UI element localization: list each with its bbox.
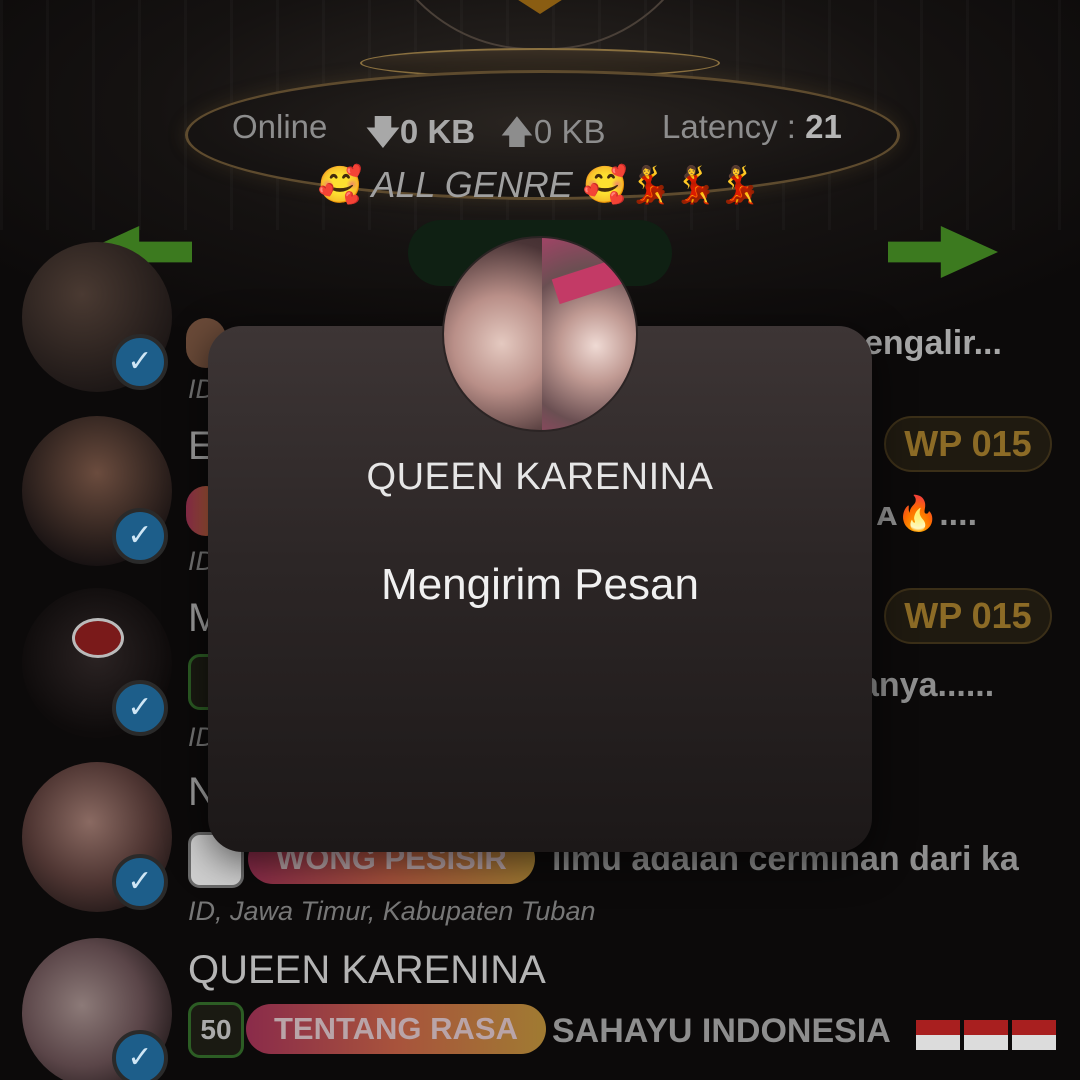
last-message: ƚ ᴀ🔥.... [858, 495, 978, 533]
verified-icon: ✓ [112, 508, 168, 564]
download-speed: 🡇0 KB [366, 113, 476, 150]
dialog-user-name: QUEEN KARENINA [366, 456, 714, 498]
wp-badge: WP 015 [884, 416, 1052, 472]
flag-icon [1012, 1020, 1056, 1051]
genre-emoji-left: 🥰 [317, 164, 363, 205]
last-message: SAHAYU INDONESIA [552, 1012, 891, 1050]
latency-value: 21 [805, 108, 842, 145]
genre-emoji-right: 🥰💃💃💃 [582, 164, 763, 205]
dialog-status-message: Mengirim Pesan [381, 560, 699, 609]
dialog-avatar [442, 236, 638, 432]
room-genre[interactable]: 🥰 ALL GENRE 🥰💃💃💃 [0, 164, 1080, 210]
genre-label: ALL GENRE [371, 164, 573, 205]
verified-icon: ✓ [112, 334, 168, 390]
level-badge: 50 [188, 1002, 244, 1058]
flag-icon [964, 1020, 1008, 1051]
user-tag: TENTANG RASA [246, 1004, 546, 1054]
user-location: ID, Jawa Timur, Kabupaten Tuban [188, 896, 596, 926]
latency: Latency : 21 [662, 108, 842, 146]
last-message: anya...... [860, 666, 995, 704]
last-message: engalir... [864, 324, 1002, 362]
online-status: Online [232, 108, 328, 145]
connection-status: Online 🡇0 KB 🡅0 KB Latency : 21 [0, 108, 1080, 152]
idola-logo [72, 618, 124, 658]
indonesia-flags [916, 1014, 1060, 1053]
verified-icon: ✓ [112, 854, 168, 910]
latency-label: Latency : [662, 108, 796, 145]
verified-icon: ✓ [112, 680, 168, 736]
flag-icon [916, 1020, 960, 1051]
verified-icon: ✓ [112, 1030, 168, 1080]
upload-speed: 🡅0 KB [500, 113, 606, 150]
wp-badge: WP 015 [884, 588, 1052, 644]
user-name: QUEEN KARENINA [188, 948, 546, 992]
